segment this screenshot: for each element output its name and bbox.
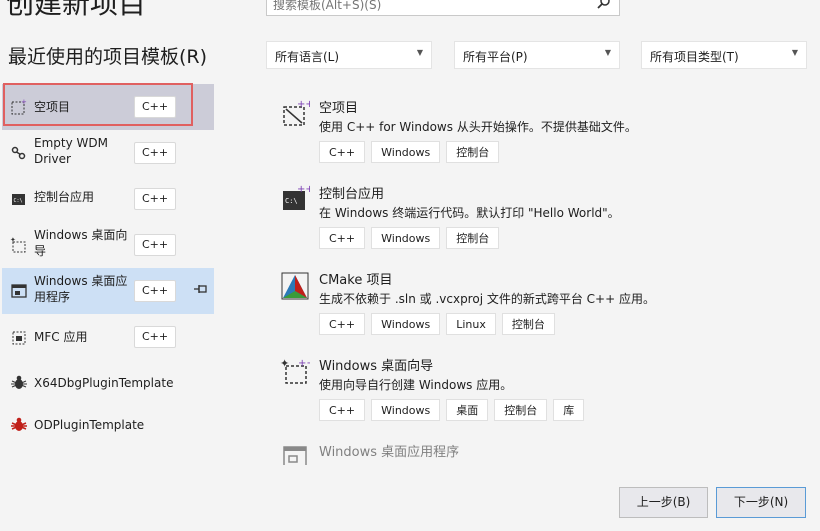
desktop-app-icon xyxy=(280,443,310,465)
recent-item-label: MFC 应用 xyxy=(34,330,88,344)
search-box[interactable] xyxy=(266,0,620,16)
template-description: 使用 C++ for Windows 从头开始操作。不提供基础文件。 xyxy=(319,120,637,134)
tag: 库 xyxy=(553,399,585,421)
next-button[interactable]: 下一步(N) xyxy=(716,487,806,518)
tag: Linux xyxy=(446,313,496,335)
pin-icon[interactable] xyxy=(194,283,208,297)
tag: C++ xyxy=(319,141,366,163)
language-badge: C++ xyxy=(134,142,176,164)
recent-item-label: 控制台应用 xyxy=(34,190,95,204)
tag: Windows xyxy=(371,399,441,421)
tag: C++ xyxy=(319,227,366,249)
template-name: 控制台应用 xyxy=(319,187,385,202)
chevron-down-icon: ▼ xyxy=(604,48,611,57)
platform-filter-label: 所有平台(P) xyxy=(463,50,528,64)
recent-item-empty-wdm-driver[interactable]: Empty WDM Driver C++ xyxy=(2,130,214,176)
chevron-down-icon: ▼ xyxy=(416,48,423,57)
project-type-filter-label: 所有项目类型(T) xyxy=(650,50,739,64)
template-tags: C++ Windows 桌面 控制台 库 xyxy=(319,399,585,421)
focus-highlight xyxy=(3,83,193,126)
recent-item-odplugin[interactable]: ODPluginTemplate xyxy=(2,402,214,448)
tag: 控制台 xyxy=(501,313,555,335)
svg-text:C:\: C:\ xyxy=(14,198,23,204)
template-description: 在 Windows 终端运行代码。默认打印 "Hello World"。 xyxy=(319,206,620,220)
console-icon: C:\ ++ xyxy=(280,184,314,215)
cmake-icon xyxy=(280,271,310,301)
tag: 控制台 xyxy=(446,141,500,163)
language-filter[interactable]: 所有语言(L) ▼ xyxy=(266,41,432,69)
console-icon: C:\ xyxy=(10,190,28,208)
svg-text:✦: ✦ xyxy=(280,357,289,370)
language-filter-label: 所有语言(L) xyxy=(275,50,340,64)
back-button[interactable]: 上一步(B) xyxy=(619,487,708,518)
language-badge: C++ xyxy=(134,280,176,302)
tag: Windows xyxy=(371,313,441,335)
platform-filter[interactable]: 所有平台(P) ▼ xyxy=(454,41,620,69)
recent-item-label: Windows 桌面向导 xyxy=(34,228,128,258)
search-input[interactable] xyxy=(271,0,575,13)
template-tags: C++ Windows 控制台 xyxy=(319,141,500,163)
mfc-icon xyxy=(10,328,28,346)
tag: Windows xyxy=(371,227,441,249)
wizard-icon: ✦ xyxy=(10,236,28,254)
language-badge: C++ xyxy=(134,326,176,348)
template-name: Windows 桌面向导 xyxy=(319,359,434,374)
recent-item-mfc-app[interactable]: MFC 应用 C++ xyxy=(2,314,214,360)
tag: 控制台 xyxy=(446,227,500,249)
language-badge: C++ xyxy=(134,188,176,210)
template-tags: C++ Windows 控制台 xyxy=(319,227,500,249)
recent-item-x64dbg-plugin[interactable]: X64DbgPluginTemplate xyxy=(2,360,214,406)
tag: C++ xyxy=(319,399,366,421)
template-name: CMake 项目 xyxy=(319,273,393,288)
svg-text:++: ++ xyxy=(297,99,310,110)
template-name: Windows 桌面应用程序 xyxy=(319,445,460,460)
chevron-down-icon: ▼ xyxy=(791,48,798,57)
recent-item-label: ODPluginTemplate xyxy=(34,418,145,432)
recent-item-console-app[interactable]: C:\ 控制台应用 C++ xyxy=(2,176,214,222)
recent-item-label: Empty WDM Driver xyxy=(34,136,108,166)
search-icon[interactable] xyxy=(597,0,611,13)
recent-item-label: Windows 桌面应用程序 xyxy=(34,274,128,304)
template-windows-desktop-app[interactable]: Windows 桌面应用程序 xyxy=(278,443,798,465)
template-tags: C++ Windows Linux 控制台 xyxy=(319,313,555,335)
language-badge: C++ xyxy=(134,234,176,256)
template-description: 使用向导自行创建 Windows 应用。 xyxy=(319,378,513,392)
tag: C++ xyxy=(319,313,366,335)
empty-project-icon: ++ xyxy=(280,99,314,129)
desktop-app-icon xyxy=(10,282,28,300)
recent-item-windows-desktop-wizard[interactable]: ✦ Windows 桌面向导 C++ xyxy=(2,222,214,268)
template-description: 生成不依赖于 .sln 或 .vcxproj 文件的新式跨平台 C++ 应用。 xyxy=(319,292,655,306)
recent-templates-heading: 最近使用的项目模板(R) xyxy=(8,46,208,68)
recent-item-label: X64DbgPluginTemplate xyxy=(34,376,174,390)
bug-icon xyxy=(10,374,28,392)
tag: 桌面 xyxy=(446,399,489,421)
recent-item-windows-desktop-app[interactable]: Windows 桌面应用程序 C++ xyxy=(2,268,214,314)
page-title: 创建新项目 xyxy=(6,0,147,20)
tag: Windows xyxy=(371,141,441,163)
tag: 控制台 xyxy=(494,399,548,421)
project-type-filter[interactable]: 所有项目类型(T) ▼ xyxy=(641,41,807,69)
driver-icon xyxy=(10,144,28,162)
wizard-icon: ✦ ++ xyxy=(280,357,315,387)
template-name: 空项目 xyxy=(319,101,359,116)
svg-text:++: ++ xyxy=(298,358,310,369)
bug-red-icon xyxy=(10,416,28,434)
svg-text:✦: ✦ xyxy=(10,236,16,244)
svg-text:++: ++ xyxy=(297,185,310,195)
svg-text:C:\: C:\ xyxy=(285,197,298,205)
